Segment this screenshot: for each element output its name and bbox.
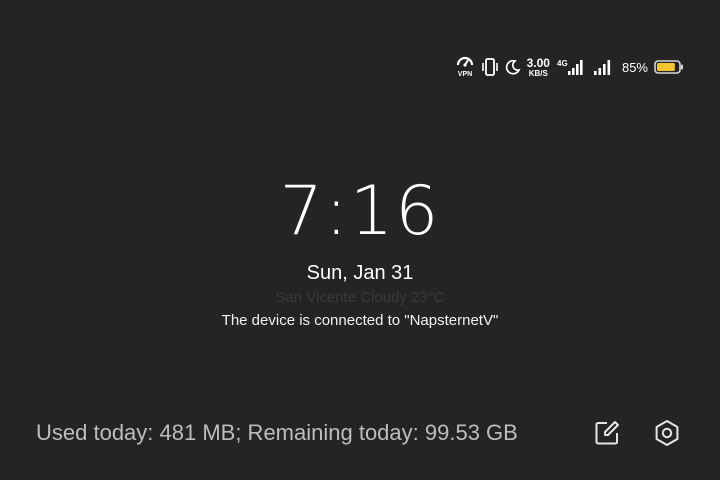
vpn-icon: VPN <box>455 56 475 78</box>
network-type-label: 4G <box>557 59 568 68</box>
battery-percent: 85% <box>621 59 648 75</box>
status-bar: VPN 3.00 KB/S 4G 85% <box>455 54 684 80</box>
net-speed: 3.00 KB/S <box>527 57 550 78</box>
signal-icon <box>592 58 614 76</box>
net-speed-unit: KB/S <box>528 68 548 78</box>
weather-label: San Vicente Cloudy 23°C <box>275 289 445 306</box>
connection-message: The device is connected to "NapsternetV" <box>221 312 499 329</box>
battery-icon <box>654 59 684 75</box>
net-speed-value: 3.00 <box>526 55 550 70</box>
vpn-label: VPN <box>457 71 471 78</box>
date-label: Sun, Jan 31 <box>306 262 414 284</box>
battery-fill <box>657 63 675 71</box>
edit-icon[interactable] <box>590 416 624 450</box>
moon-icon <box>505 59 521 75</box>
settings-icon[interactable] <box>650 416 684 450</box>
lock-screen: VPN 3.00 KB/S 4G 85% 7:16 Sun, Jan 31 Sa… <box>0 0 720 480</box>
data-usage-text: Used today: 481 MB; Remaining today: 99.… <box>36 420 518 445</box>
clock-time: 7:16 <box>279 172 441 251</box>
data-usage-bar: Used today: 481 MB; Remaining today: 99.… <box>36 416 684 450</box>
vibrate-icon <box>481 57 499 77</box>
clock-area: 7:16 Sun, Jan 31 San Vicente Cloudy 23°C… <box>0 172 720 330</box>
4g-signal-icon: 4G <box>556 57 586 77</box>
